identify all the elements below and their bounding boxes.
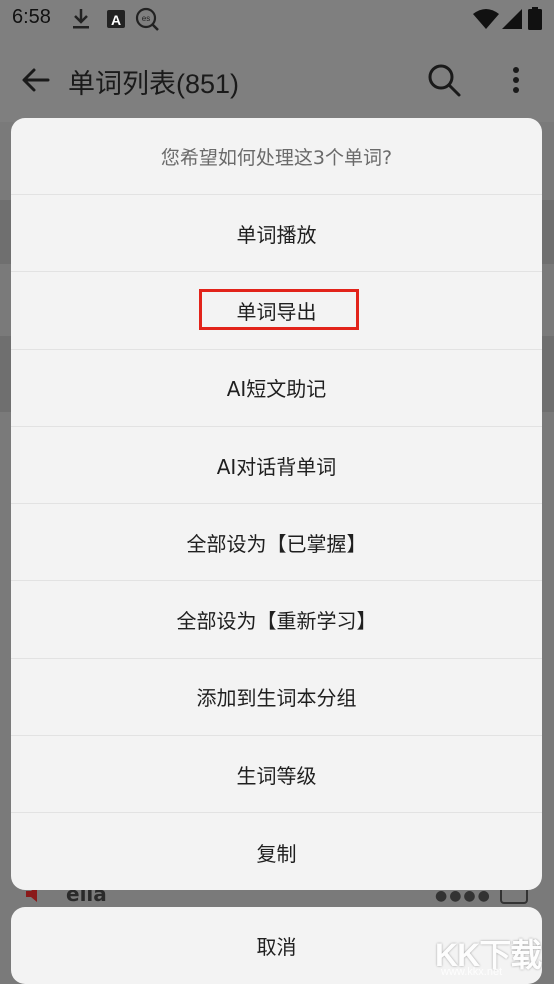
more-vert-icon[interactable] [500, 60, 532, 100]
wifi-icon [473, 9, 499, 29]
menu-item-play-words[interactable]: 单词播放 [11, 195, 542, 273]
menu-item-add-to-group[interactable]: 添加到生词本分组 [11, 659, 542, 737]
watermark-logo: KK下载 www.kkx.net [435, 930, 545, 982]
download-icon [73, 9, 89, 29]
dialog-header: 您希望如何处理这3个单词? [11, 118, 542, 195]
back-arrow-icon[interactable] [18, 62, 54, 98]
status-time: 6:58 [12, 6, 51, 28]
select-checkbox[interactable] [500, 890, 528, 904]
highlight-box [199, 289, 359, 331]
menu-item-ai-dialogue[interactable]: AI对话背单词 [11, 427, 542, 505]
svg-text:es: es [142, 14, 150, 23]
menu-item-set-mastered[interactable]: 全部设为【已掌握】 [11, 504, 542, 582]
app-bar: 单词列表(851) [0, 38, 554, 122]
signal-icon [502, 9, 522, 29]
menu-item-ai-short-text[interactable]: AI短文助记 [11, 350, 542, 427]
action-dialog: 您希望如何处理这3个单词? 单词播放 单词导出 AI短文助记 AI对话背单词 全… [11, 118, 542, 890]
menu-item-set-relearn[interactable]: 全部设为【重新学习】 [11, 581, 542, 659]
speaker-icon [26, 890, 37, 902]
list-item-peek: ella ●●●● [0, 890, 554, 907]
menu-item-copy[interactable]: 复制 [11, 813, 542, 890]
page-title: 单词列表(851) [68, 69, 240, 99]
status-bar: 6:58 A es [0, 0, 554, 38]
search-icon[interactable] [424, 60, 464, 100]
level-dots-icon: ●●●● [435, 890, 492, 904]
watermark-url: www.kkx.net [441, 966, 503, 978]
menu-item-export-words[interactable]: 单词导出 [11, 272, 542, 350]
a-badge-icon: A [107, 10, 125, 28]
word-text: ella [66, 890, 107, 906]
menu-item-word-level[interactable]: 生词等级 [11, 736, 542, 814]
es-search-icon: es [135, 7, 159, 31]
battery-icon [528, 7, 542, 30]
svg-text:A: A [111, 12, 121, 28]
